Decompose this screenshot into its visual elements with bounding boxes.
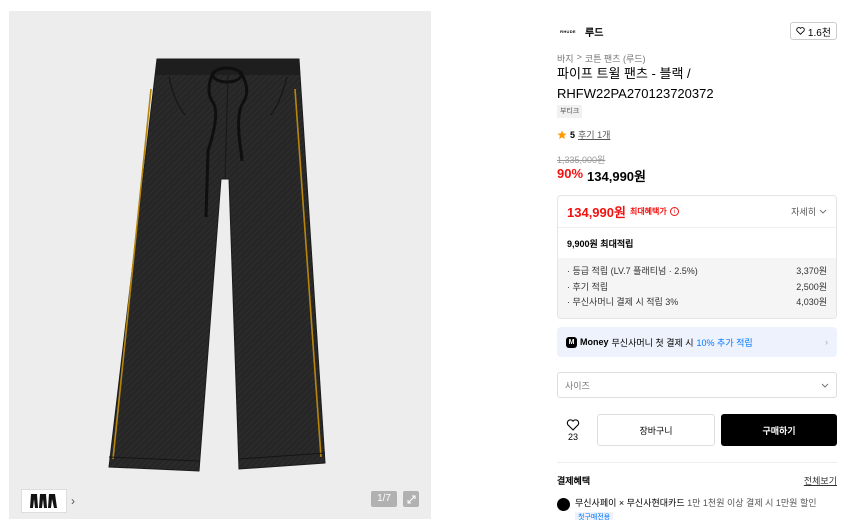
expand-icon[interactable] [403,491,419,507]
original-price: 1,335,000원 [557,155,606,165]
max-benefit-header: 134,990원 최대혜택가 i 자세히 [558,196,836,228]
sale-price: 134,990원 [587,169,646,184]
first-purchase-badge: 첫구매전용 [575,512,614,520]
brand-name[interactable]: 루드 [585,24,603,39]
price-row: 90% 134,990원 [557,166,646,185]
benefit-detail-toggle[interactable]: 자세히 [791,205,827,218]
money-brand: Money [580,337,609,347]
musinsa-pay-icon [557,498,570,511]
points-item: · 무신사머니 결제 시 적립 3% 4,030원 [567,295,827,311]
like-count: 1.6천 [807,27,831,39]
money-banner-text: 무신사머니 첫 결제 시 [611,337,694,348]
chevron-down-icon [819,209,827,214]
max-benefit-label: 최대혜택가 [629,207,667,216]
payment-benefit-item: 무신사페이 × 무신사현대카드 1만 1천원 이상 결제 시 1만원 할인 첫구… [557,496,837,520]
points-breakdown: · 등급 적립 (LV.7 플래티넘 · 2.5%) 3,370원 · 후기 적… [558,258,836,318]
payment-benefit-text: 무신사페이 × 무신사현대카드 1만 1천원 이상 결제 시 1만원 할인 첫구… [575,496,817,520]
musinsa-money-banner[interactable]: M Money 무신사머니 첫 결제 시 10% 추가 적립 › [557,327,837,357]
payment-benefits-title: 결제혜택 [557,476,591,486]
wishlist-count: 23 [567,431,578,442]
money-banner-highlight: 10% 추가 적립 [696,337,753,348]
points-item-value: 4,030원 [796,297,827,307]
boutique-tag: 부티크 [557,105,583,118]
heart-icon [566,418,580,431]
points-item-value: 2,500원 [796,281,827,292]
points-item-label: · 후기 적립 [567,281,609,292]
review-link[interactable]: 후기 1개 [578,128,610,141]
benefit-detail-label: 자세히 [791,207,816,217]
purchase-actions: 23 장바구니 구매하기 [557,414,837,446]
size-select[interactable]: 사이즈 [557,372,837,398]
info-icon[interactable]: i [669,207,679,216]
discount-rate: 90% [557,166,584,181]
points-item: · 등급 적립 (LV.7 플래티넘 · 2.5%) 3,370원 [567,264,827,280]
star-icon [557,130,567,139]
wishlist-button[interactable]: 23 [557,418,589,442]
rating-score: 5 [570,129,576,140]
buy-now-button[interactable]: 구매하기 [721,414,837,446]
rating: 5 후기 1개 [557,128,610,141]
brand-like-button[interactable]: 1.6천 [789,22,837,40]
points-total: 9,900원 최대적립 [567,238,634,249]
payment-benefits-header: 결제혜택 전체보기 [557,474,837,487]
chevron-right-icon: › [825,337,828,347]
view-all-link[interactable]: 전체보기 [804,474,837,487]
product-title: 파이프 트윌 팬츠 - 블랙 / RHFW22PA270123720372 [557,66,714,101]
product-image-gallery[interactable]: › 1/7 [9,11,431,519]
points-item-label: · 등급 적립 (LV.7 플래티넘 · 2.5%) [567,266,698,276]
product-image-pants [108,58,326,472]
thumbnail-item[interactable] [21,489,67,513]
brand-logo[interactable]: RHUDE [557,22,579,40]
max-benefit-price: 134,990원 [567,205,626,220]
heart-icon [796,27,805,35]
pants-thumbnail-icon [30,494,57,508]
product-info-panel: RHUDE 루드 1.6천 바지 > 코튼 팬츠 (루드) 파이프 트윌 팬츠 … [557,0,837,520]
add-to-cart-button[interactable]: 장바구니 [597,414,715,446]
divider [557,462,837,463]
chevron-right-icon[interactable]: › [71,494,75,508]
money-logo-icon: M [566,336,577,348]
benefit-box: 134,990원 최대혜택가 i 자세히 9,900원 최대적립 · 등급 적립… [557,195,837,319]
points-item-label: · 무신사머니 결제 시 적립 3% [567,297,679,307]
points-item: · 후기 적립 2,500원 [567,280,827,296]
points-item-value: 3,370원 [796,266,827,276]
payment-benefit-desc: 1만 1천원 이상 결제 시 1만원 할인 [687,498,817,508]
payment-benefit-card: 무신사페이 × 무신사현대카드 [575,498,685,508]
size-select-placeholder: 사이즈 [565,380,590,391]
thumbnail-strip: › [21,484,75,518]
image-pager: 1/7 [371,491,397,507]
brand-row: RHUDE 루드 1.6천 [557,22,837,40]
chevron-down-icon [821,383,829,388]
